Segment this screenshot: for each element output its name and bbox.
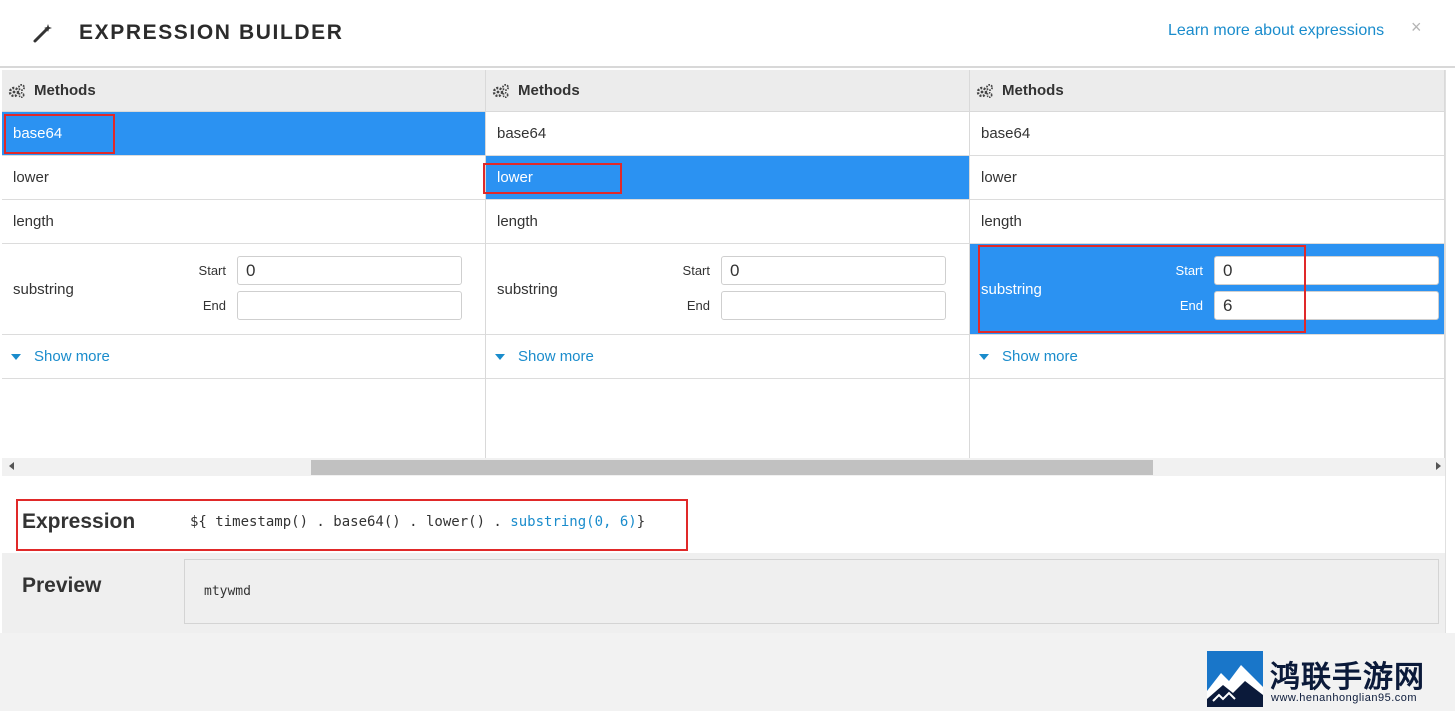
method-item-substring[interactable]: substring Start 0 End 6 <box>970 244 1444 335</box>
column-header-label: Methods <box>1002 82 1064 99</box>
method-label: substring <box>981 281 1042 298</box>
caret-down-icon <box>495 354 505 360</box>
method-label: base64 <box>497 125 547 142</box>
show-more-link[interactable]: Show more <box>970 335 1444 379</box>
gears-icon <box>976 83 993 98</box>
end-label: End <box>202 298 226 313</box>
method-label: base64 <box>981 125 1031 142</box>
scroll-right-arrow-icon[interactable] <box>1436 462 1441 470</box>
caret-down-icon <box>11 354 21 360</box>
preview-box: mtywmd <box>184 559 1439 624</box>
preview-section: Preview mtywmd <box>2 553 1445 633</box>
column-header-label: Methods <box>34 82 96 99</box>
end-input[interactable]: 6 <box>1214 291 1439 320</box>
expression-label: Expression <box>22 510 136 533</box>
method-column-3: Methods base64 lower length substring St… <box>970 70 1445 458</box>
dialog-right-edge <box>1445 70 1455 633</box>
preview-value: mtywmd <box>204 584 251 599</box>
method-item-base64[interactable]: base64 <box>2 112 485 156</box>
method-item-length[interactable]: length <box>486 200 969 244</box>
method-label: length <box>497 213 538 230</box>
show-more-link[interactable]: Show more <box>2 335 485 379</box>
method-label: length <box>13 213 54 230</box>
method-item-lower[interactable]: lower <box>970 156 1444 200</box>
watermark-title: 鸿联手游网 <box>1270 660 1425 695</box>
method-label: lower <box>13 169 49 186</box>
method-columns: Methods base64 lower length substring St… <box>2 70 1445 458</box>
watermark-logo-icon <box>1207 651 1263 707</box>
preview-label: Preview <box>22 574 102 597</box>
dialog-header: EXPRESSION BUILDER Learn more about expr… <box>0 0 1455 68</box>
method-column-2: Methods base64 lower length substring St… <box>486 70 970 458</box>
method-item-substring[interactable]: substring Start 0 End <box>2 244 485 335</box>
show-more-label: Show more <box>518 348 594 365</box>
method-label: lower <box>497 169 533 186</box>
column-header: Methods <box>2 70 485 112</box>
magic-wand-icon <box>33 24 52 43</box>
start-label: Start <box>1175 263 1203 278</box>
gears-icon <box>8 83 25 98</box>
method-item-lower[interactable]: lower <box>486 156 969 200</box>
method-item-base64[interactable]: base64 <box>486 112 969 156</box>
method-item-base64[interactable]: base64 <box>970 112 1444 156</box>
start-label: Start <box>682 263 710 278</box>
start-input[interactable]: 0 <box>721 256 946 285</box>
show-more-label: Show more <box>34 348 110 365</box>
show-more-label: Show more <box>1002 348 1078 365</box>
start-label: Start <box>198 263 226 278</box>
column-header: Methods <box>486 70 969 112</box>
method-label: base64 <box>13 125 63 142</box>
horizontal-scrollbar[interactable] <box>2 458 1445 476</box>
watermark-url: www.henanhonglian95.com <box>1271 692 1418 704</box>
end-input[interactable] <box>721 291 946 320</box>
close-icon[interactable]: × <box>1411 17 1422 38</box>
method-label: substring <box>13 281 74 298</box>
expression-suffix: } <box>636 514 646 530</box>
show-more-link[interactable]: Show more <box>486 335 969 379</box>
method-label: length <box>981 213 1022 230</box>
method-column-1: Methods base64 lower length substring St… <box>2 70 486 458</box>
scrollbar-thumb[interactable] <box>311 460 1153 475</box>
caret-down-icon <box>979 354 989 360</box>
end-label: End <box>686 298 710 313</box>
method-item-length[interactable]: length <box>970 200 1444 244</box>
dialog-title: EXPRESSION BUILDER <box>79 21 344 44</box>
column-header-label: Methods <box>518 82 580 99</box>
expression-prefix: ${ timestamp() . base64() . lower() . <box>190 514 511 530</box>
method-item-substring[interactable]: substring Start 0 End <box>486 244 969 335</box>
method-label: substring <box>497 281 558 298</box>
expression-code: ${ timestamp() . base64() . lower() . su… <box>190 514 645 530</box>
method-label: lower <box>981 169 1017 186</box>
end-label: End <box>1179 298 1203 313</box>
watermark: 鸿联手游网 www.henanhonglian95.com <box>1207 651 1447 707</box>
method-item-lower[interactable]: lower <box>2 156 485 200</box>
scroll-left-arrow-icon[interactable] <box>9 462 14 470</box>
column-header: Methods <box>970 70 1444 112</box>
gears-icon <box>492 83 509 98</box>
learn-more-link[interactable]: Learn more about expressions <box>1168 22 1384 40</box>
end-input[interactable] <box>237 291 462 320</box>
method-item-length[interactable]: length <box>2 200 485 244</box>
expression-highlight: substring(0, 6) <box>510 514 637 530</box>
start-input[interactable]: 0 <box>1214 256 1439 285</box>
start-input[interactable]: 0 <box>237 256 462 285</box>
